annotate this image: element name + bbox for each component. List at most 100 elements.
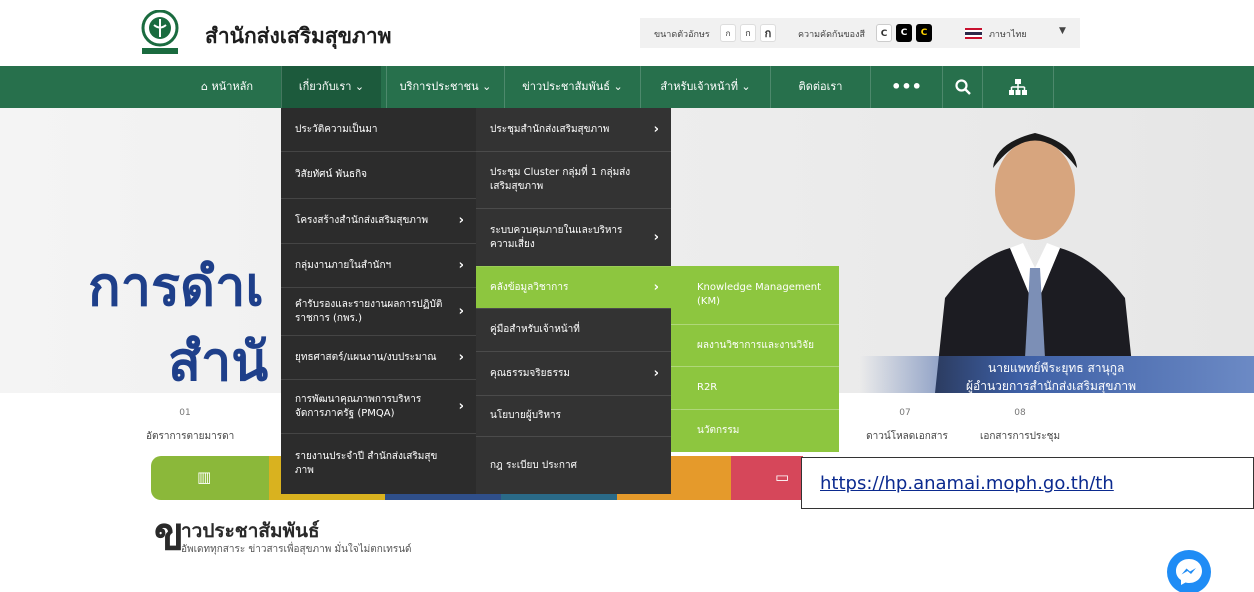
- menu-academic-repository[interactable]: คลังข้อมูลวิชาการ ›: [476, 266, 671, 308]
- language-label: ภาษาไทย: [989, 30, 1027, 40]
- site-header: สำนักส่งเสริมสุขภาพ ขนาดตัวอักษร ก ก ก ค…: [0, 0, 1254, 66]
- chart-icon: ▥: [197, 468, 212, 486]
- director-name: นายแพทย์พีระยุทธ สานุกูล: [988, 361, 1125, 375]
- font-size-medium-button[interactable]: ก: [740, 24, 756, 42]
- menu-regulations[interactable]: กฎ ระเบียบ ประกาศ: [476, 436, 671, 494]
- ministry-logo-icon[interactable]: [140, 10, 180, 56]
- chevron-right-icon: ›: [458, 257, 464, 273]
- menu-internal-groups[interactable]: กลุ่มงานภายในสำนักฯ ›: [281, 243, 476, 287]
- sitemap-icon[interactable]: [982, 66, 1054, 108]
- menu-structure[interactable]: โครงสร้างสำนักส่งเสริมสุขภาพ ›: [281, 198, 476, 243]
- quick-link-maternal-death[interactable]: อัตราการตายมารดา: [146, 429, 234, 444]
- hero-headline-line1: การดำเ: [88, 255, 264, 318]
- main-nav: ⌂ หน้าหลัก เกี่ยวกับเรา ⌄ บริการประชาชน …: [0, 66, 1254, 108]
- menu-label: กลุ่มงานภายในสำนักฯ: [295, 259, 392, 271]
- menu-vision[interactable]: วิสัยทัศน์ พันธกิจ: [281, 151, 476, 198]
- news-heading-initial: ข: [154, 509, 185, 560]
- nav-about[interactable]: เกี่ยวกับเรา ⌄: [281, 66, 381, 108]
- contrast-label: ความคัดกันของสี: [798, 30, 865, 40]
- chevron-right-icon: ›: [653, 365, 659, 381]
- font-size-large-button[interactable]: ก: [760, 24, 776, 42]
- chevron-right-icon: ›: [458, 398, 464, 414]
- menu-cluster-meeting[interactable]: ประชุม Cluster กลุ่มที่ 1 กลุ่มส่งเสริมส…: [476, 151, 671, 208]
- about-dropdown-col2: ประชุมสำนักส่งเสริมสุขภาพ › ประชุม Cluste…: [476, 108, 671, 494]
- menu-ethics[interactable]: คุณธรรมจริยธรรม ›: [476, 351, 671, 395]
- tile-statistics[interactable]: ▥: [151, 456, 269, 500]
- menu-label: วิสัยทัศน์ พันธกิจ: [295, 169, 367, 180]
- search-icon[interactable]: [942, 66, 982, 108]
- academic-submenu: Knowledge Management (KM) ผลงานวิชาการแล…: [671, 266, 839, 452]
- menu-label: ผลงานวิชาการและงานวิจัย: [697, 339, 814, 351]
- contrast-dark-button[interactable]: C: [896, 24, 912, 42]
- chevron-right-icon: ›: [653, 121, 659, 137]
- font-size-small-button[interactable]: ก: [720, 24, 736, 42]
- menu-label: การพัฒนาคุณภาพการบริหารจัดการภาครัฐ (PMQ…: [295, 393, 422, 419]
- hero-headline-line2: สำนั: [168, 330, 269, 393]
- menu-label: ประชุมสำนักส่งเสริมสุขภาพ: [490, 123, 610, 135]
- menu-annual-report[interactable]: รายงานประจำปี สำนักส่งเสริมสุขภาพ: [281, 433, 476, 494]
- font-size-label: ขนาดตัวอักษร: [654, 30, 710, 40]
- quick-link-download[interactable]: ดาวน์โหลดเอกสาร: [862, 429, 952, 444]
- menu-internal-control[interactable]: ระบบควบคุมภายในและบริหารความเสี่ยง ›: [476, 208, 671, 266]
- news-subheading: อัพเดททุกสาระ ข่าวสารเพื่อสุขภาพ มั่นใจไ…: [181, 544, 412, 555]
- chevron-right-icon: ›: [653, 279, 659, 295]
- menu-label: คำรับรองและรายงานผลการปฏิบัติราชการ (กพร…: [295, 298, 443, 324]
- menu-pmqa[interactable]: การพัฒนาคุณภาพการบริหารจัดการภาครัฐ (PMQ…: [281, 379, 476, 433]
- nav-services[interactable]: บริการประชาชน ⌄: [386, 66, 504, 108]
- messenger-chat-button[interactable]: [1167, 550, 1211, 592]
- menu-label: คลังข้อมูลวิชาการ: [490, 281, 569, 293]
- tile-computer[interactable]: ▭: [731, 456, 803, 500]
- chevron-right-icon: ›: [458, 349, 464, 365]
- chevron-right-icon: ›: [458, 213, 464, 228]
- menu-strategy[interactable]: ยุทธศาสตร์/แผนงาน/งบประมาณ ›: [281, 335, 476, 379]
- menu-label: นวัตกรรม: [697, 425, 740, 436]
- quick-link-number: 08: [1014, 408, 1026, 418]
- menu-label: R2R: [697, 382, 718, 393]
- chevron-right-icon: ›: [458, 303, 464, 319]
- site-title[interactable]: สำนักส่งเสริมสุขภาพ: [205, 20, 392, 53]
- quick-link-meeting-docs[interactable]: เอกสารการประชุม: [965, 429, 1075, 444]
- menu-research[interactable]: ผลงานวิชาการและงานวิจัย: [671, 324, 839, 366]
- chevron-right-icon: ›: [653, 229, 659, 245]
- menu-executive-policy[interactable]: นโยบายผู้บริหาร: [476, 395, 671, 436]
- messenger-icon: [1176, 559, 1202, 585]
- menu-history[interactable]: ประวัติความเป็นมา: [281, 108, 476, 151]
- menu-label: ระบบควบคุมภายในและบริหารความเสี่ยง: [490, 224, 623, 250]
- menu-km[interactable]: Knowledge Management (KM): [671, 266, 839, 324]
- quick-link-number: 01: [179, 408, 191, 418]
- menu-label: กฎ ระเบียบ ประกาศ: [490, 459, 577, 471]
- menu-label: ประชุม Cluster กลุ่มที่ 1 กลุ่มส่งเสริมส…: [490, 167, 631, 192]
- menu-label: นโยบายผู้บริหาร: [490, 410, 562, 421]
- language-select[interactable]: ภาษาไทย ▼: [965, 25, 1070, 41]
- nav-home[interactable]: ⌂ หน้าหลัก: [178, 66, 276, 108]
- quick-link-number: 07: [899, 408, 911, 418]
- menu-label: คุณธรรมจริยธรรม: [490, 367, 570, 379]
- accessibility-toolbar: ขนาดตัวอักษร ก ก ก ความคัดกันของสี C C C…: [640, 18, 1080, 48]
- contrast-normal-button[interactable]: C: [876, 24, 892, 42]
- website-url-link[interactable]: https://hp.anamai.moph.go.th/th: [820, 473, 1114, 494]
- menu-label: ประวัติความเป็นมา: [295, 123, 378, 135]
- menu-label: Knowledge Management (KM): [697, 282, 822, 307]
- nav-home-label: หน้าหลัก: [211, 80, 254, 93]
- menu-staff-manual[interactable]: คู่มือสำหรับเจ้าหน้าที่: [476, 308, 671, 351]
- home-icon: ⌂: [200, 80, 212, 93]
- menu-office-meeting[interactable]: ประชุมสำนักส่งเสริมสุขภาพ ›: [476, 108, 671, 151]
- url-callout: https://hp.anamai.moph.go.th/th: [801, 457, 1254, 509]
- monitor-icon: ▭: [775, 468, 790, 486]
- nav-contact[interactable]: ติดต่อเรา: [770, 66, 870, 108]
- menu-performance-report[interactable]: คำรับรองและรายงานผลการปฏิบัติราชการ (กพร…: [281, 287, 476, 335]
- menu-innovation[interactable]: นวัตกรรม: [671, 409, 839, 452]
- more-icon[interactable]: •••: [870, 66, 942, 108]
- thai-flag-icon: [965, 28, 982, 39]
- menu-label: โครงสร้างสำนักส่งเสริมสุขภาพ: [295, 215, 429, 226]
- nav-staff[interactable]: สำหรับเจ้าหน้าที่ ⌄: [640, 66, 770, 108]
- menu-label: ยุทธศาสตร์/แผนงาน/งบประมาณ: [295, 351, 437, 363]
- menu-r2r[interactable]: R2R: [671, 366, 839, 409]
- menu-label: รายงานประจำปี สำนักส่งเสริมสุขภาพ: [295, 451, 438, 476]
- menu-label: คู่มือสำหรับเจ้าหน้าที่: [490, 324, 580, 335]
- contrast-yellow-button[interactable]: C: [916, 24, 932, 42]
- caret-down-icon: ▼: [1059, 26, 1066, 36]
- about-dropdown-col1: ประวัติความเป็นมา วิสัยทัศน์ พันธกิจ โคร…: [281, 108, 476, 494]
- director-photo: [935, 133, 1135, 393]
- nav-news[interactable]: ข่าวประชาสัมพันธ์ ⌄: [504, 66, 640, 108]
